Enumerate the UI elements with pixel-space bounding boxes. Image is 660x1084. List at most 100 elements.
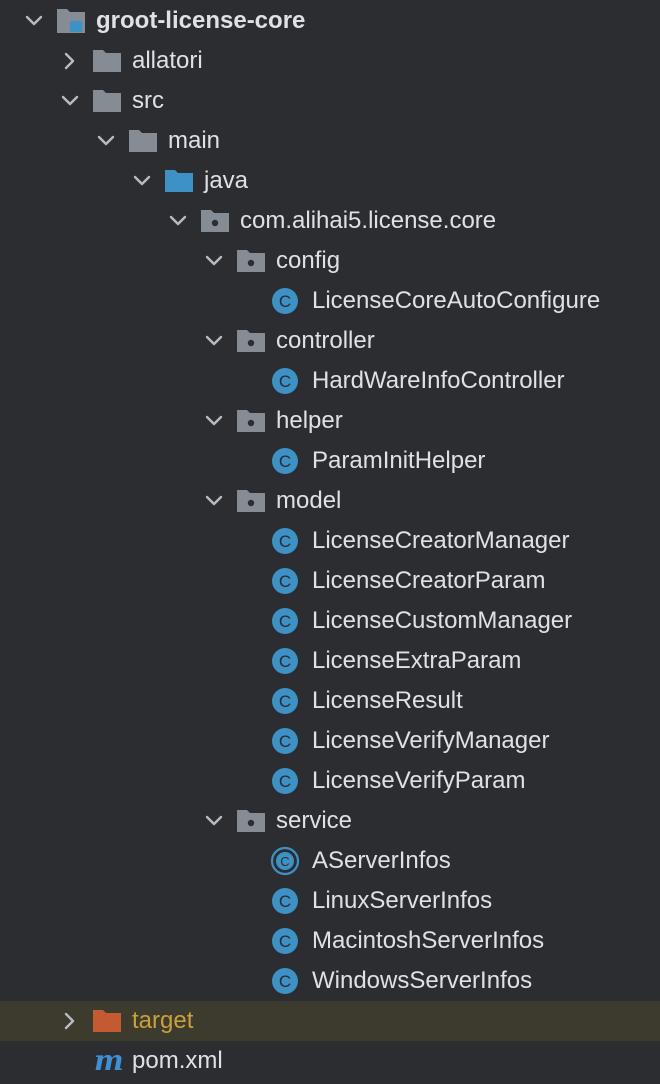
tree-item-label: HardWareInfoController — [312, 367, 565, 394]
module-folder-icon — [56, 8, 86, 34]
chevron-down-icon[interactable] — [202, 409, 226, 433]
tree-item-paraminithelper[interactable]: C ParamInitHelper — [0, 441, 660, 481]
tree-item-label: LicenseResult — [312, 687, 463, 714]
tree-item-label: WindowsServerInfos — [312, 967, 533, 994]
tree-item-licensecustommanager[interactable]: C LicenseCustomManager — [0, 601, 660, 641]
tree-item-label: ParamInitHelper — [312, 447, 486, 474]
chevron-down-icon[interactable] — [94, 129, 118, 153]
class-icon: C — [270, 926, 300, 956]
chevron-down-icon[interactable] — [130, 169, 154, 193]
tree-item-label: pom.xml — [132, 1047, 223, 1074]
tree-item-label: model — [276, 487, 342, 514]
tree-item-label: groot-license-core — [96, 7, 306, 34]
tree-item-java[interactable]: java — [0, 161, 660, 201]
chevron-down-icon[interactable] — [22, 9, 46, 33]
folder-icon — [128, 128, 158, 154]
chevron-down-icon[interactable] — [166, 209, 190, 233]
tree-item-licensecoreautoconfigure[interactable]: C LicenseCoreAutoConfigure — [0, 281, 660, 321]
folder-icon — [92, 88, 122, 114]
package-icon — [236, 248, 266, 274]
tree-item-allatori[interactable]: allatori — [0, 41, 660, 81]
maven-icon: m — [94, 1044, 124, 1077]
source-folder-icon — [164, 168, 194, 194]
tree-item-groot-license-core[interactable]: groot-license-core — [0, 1, 660, 41]
chevron-right-icon[interactable] — [58, 1009, 82, 1033]
svg-text:C: C — [279, 532, 291, 551]
chevron-down-icon[interactable] — [202, 249, 226, 273]
tree-item-controller[interactable]: controller — [0, 321, 660, 361]
tree-item-aserverinfos[interactable]: C AServerInfos — [0, 841, 660, 881]
tree-item-helper[interactable]: helper — [0, 401, 660, 441]
svg-text:C: C — [279, 372, 291, 391]
svg-text:C: C — [279, 932, 291, 951]
class-icon: C — [270, 446, 300, 476]
chevron-down-icon[interactable] — [58, 89, 82, 113]
tree-item-pom-xml[interactable]: m pom.xml — [0, 1041, 660, 1081]
svg-text:C: C — [279, 892, 291, 911]
tree-item-label: LicenseCoreAutoConfigure — [312, 287, 601, 314]
svg-text:C: C — [280, 854, 289, 869]
class-icon: C — [270, 526, 300, 556]
chevron-down-icon[interactable] — [202, 489, 226, 513]
tree-item-windowsserverinfos[interactable]: C WindowsServerInfos — [0, 961, 660, 1001]
tree-item-licenseverifyparam[interactable]: C LicenseVerifyParam — [0, 761, 660, 801]
folder-icon — [92, 48, 122, 74]
tree-item-service[interactable]: service — [0, 801, 660, 841]
class-icon: C — [270, 366, 300, 396]
svg-text:C: C — [279, 292, 291, 311]
tree-item-label: com.alihai5.license.core — [240, 207, 497, 234]
class-icon: C — [270, 646, 300, 676]
svg-text:C: C — [279, 772, 291, 791]
tree-item-label: AServerInfos — [312, 847, 451, 874]
class-icon: C — [270, 686, 300, 716]
class-icon: C — [270, 726, 300, 756]
tree-item-label: LicenseCustomManager — [312, 607, 573, 634]
package-icon — [236, 808, 266, 834]
tree-item-licensecreatorparam[interactable]: C LicenseCreatorParam — [0, 561, 660, 601]
tree-item-licenseextraparam[interactable]: C LicenseExtraParam — [0, 641, 660, 681]
chevron-down-icon[interactable] — [202, 809, 226, 833]
tree-item-label: controller — [276, 327, 375, 354]
class-icon: C — [270, 286, 300, 316]
tree-item-main[interactable]: main — [0, 121, 660, 161]
svg-text:C: C — [279, 692, 291, 711]
package-icon — [236, 328, 266, 354]
tree-item-com-alihai5-license-core[interactable]: com.alihai5.license.core — [0, 201, 660, 241]
project-tree: groot-license-core allatori src main java com… — [0, 0, 660, 1084]
tree-item-src[interactable]: src — [0, 81, 660, 121]
svg-text:C: C — [279, 572, 291, 591]
tree-item-macintoshserverinfos[interactable]: C MacintoshServerInfos — [0, 921, 660, 961]
tree-item-model[interactable]: model — [0, 481, 660, 521]
tree-item-licensecreatormanager[interactable]: C LicenseCreatorManager — [0, 521, 660, 561]
svg-text:C: C — [279, 732, 291, 751]
package-icon — [236, 488, 266, 514]
abstract-class-icon: C — [270, 846, 300, 876]
tree-item-label: src — [132, 87, 164, 114]
chevron-down-icon[interactable] — [202, 329, 226, 353]
tree-item-hardwareinfocontroller[interactable]: C HardWareInfoController — [0, 361, 660, 401]
svg-text:C: C — [279, 972, 291, 991]
tree-item-label: helper — [276, 407, 343, 434]
package-icon — [200, 208, 230, 234]
class-icon: C — [270, 886, 300, 916]
tree-item-label: service — [276, 807, 353, 834]
svg-text:C: C — [279, 612, 291, 631]
tree-item-licenseresult[interactable]: C LicenseResult — [0, 681, 660, 721]
tree-item-label: main — [168, 127, 221, 154]
chevron-right-icon[interactable] — [58, 49, 82, 73]
tree-item-label: LicenseExtraParam — [312, 647, 522, 674]
tree-item-label: MacintoshServerInfos — [312, 927, 545, 954]
class-icon: C — [270, 566, 300, 596]
tree-item-label: LicenseVerifyManager — [312, 727, 550, 754]
package-icon — [236, 408, 266, 434]
class-icon: C — [270, 966, 300, 996]
tree-item-label: target — [132, 1007, 194, 1034]
class-icon: C — [270, 766, 300, 796]
tree-item-label: java — [204, 167, 249, 194]
tree-item-licenseverifymanager[interactable]: C LicenseVerifyManager — [0, 721, 660, 761]
tree-item-target[interactable]: target — [0, 1001, 660, 1041]
tree-item-label: LicenseVerifyParam — [312, 767, 526, 794]
tree-item-label: LicenseCreatorParam — [312, 567, 546, 594]
tree-item-config[interactable]: config — [0, 241, 660, 281]
tree-item-linuxserverinfos[interactable]: C LinuxServerInfos — [0, 881, 660, 921]
